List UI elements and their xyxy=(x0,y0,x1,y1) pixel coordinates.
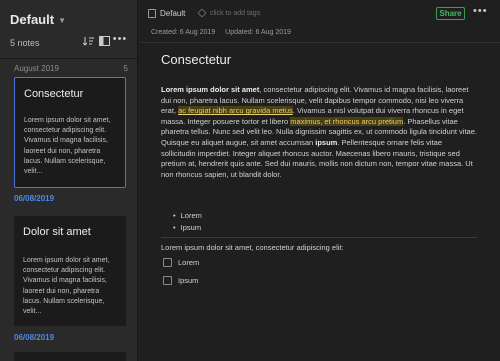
note-card[interactable] xyxy=(14,352,126,361)
add-tags-input[interactable]: click to add tags xyxy=(210,10,260,17)
highlighted-link-text: ac feugiat nibh arcu gravida metus xyxy=(178,106,293,116)
notebook-title: Default xyxy=(10,12,55,27)
chevron-down-icon: ▼ xyxy=(58,16,66,25)
note-title[interactable]: Consectetur xyxy=(161,52,231,67)
sort-icon[interactable] xyxy=(82,35,94,47)
bullet-list: Lorem Ipsum xyxy=(173,210,202,233)
notebook-selector[interactable]: Default ▼ xyxy=(10,12,66,27)
note-toolbar: Default click to add tags Share ••• xyxy=(139,0,500,26)
bold-text: ipsum xyxy=(315,137,338,147)
notes-sidebar: Default ▼ 5 notes ••• August 2019 5 Cons… xyxy=(0,0,138,361)
note-card-title: Dolor sit amet xyxy=(23,226,91,238)
note-card[interactable]: Dolor sit amet Lorem ipsum dolor sit ame… xyxy=(14,216,126,326)
checklist-item[interactable]: Ipsum xyxy=(163,276,198,285)
horizontal-rule xyxy=(161,237,477,238)
created-date: Created: 6 Aug 2019 xyxy=(151,29,216,36)
tag-icon xyxy=(197,8,207,18)
note-editor: Default click to add tags Share ••• Crea… xyxy=(139,0,500,361)
highlighted-text: maximus, et rhoncus arcu pretium xyxy=(290,116,404,126)
updated-date: Updated: 6 Aug 2019 xyxy=(225,29,291,36)
note-count: 5 notes xyxy=(10,38,40,48)
checklist-item-label: Ipsum xyxy=(178,276,199,285)
bullet-item: Lorem xyxy=(173,210,202,222)
month-label: August 2019 xyxy=(14,64,59,73)
checkbox[interactable] xyxy=(163,258,172,267)
checklist-item-label: Lorem xyxy=(178,258,200,267)
share-button[interactable]: Share xyxy=(436,7,465,20)
layout-icon[interactable] xyxy=(98,35,110,47)
note-card-selected[interactable]: Consectetur Lorem ipsum dolor sit amet, … xyxy=(14,77,126,188)
note-card-date: 06/08/2019 xyxy=(14,194,55,203)
checkbox[interactable] xyxy=(163,276,172,285)
note-card-snippet: Lorem ipsum dolor sit amet, consectetur … xyxy=(23,257,110,316)
notebook-icon xyxy=(148,9,156,18)
month-group-header: August 2019 5 xyxy=(14,64,128,73)
sidebar-divider xyxy=(0,58,137,59)
note-card-title: Consectetur xyxy=(24,88,84,100)
more-icon[interactable]: ••• xyxy=(113,33,127,45)
note-notebook-link[interactable]: Default xyxy=(160,9,185,18)
month-count: 5 xyxy=(123,64,128,73)
note-meta: Created: 6 Aug 2019 Updated: 6 Aug 2019 xyxy=(151,29,291,36)
bullet-item: Ipsum xyxy=(173,222,202,234)
checklist-intro: Lorem ipsum dolor sit amet, consectetur … xyxy=(161,243,344,252)
note-card-snippet: Lorem ipsum dolor sit amet, consectetur … xyxy=(24,117,111,176)
note-card-date: 06/08/2019 xyxy=(14,333,55,342)
note-body[interactable]: Lorem ipsum dolor sit amet, consectetur … xyxy=(161,85,477,180)
checklist-item[interactable]: Lorem xyxy=(163,258,199,267)
more-icon[interactable]: ••• xyxy=(473,5,488,17)
editor-divider xyxy=(139,42,500,43)
bold-text: Lorem ipsum dolor sit amet xyxy=(161,85,260,94)
